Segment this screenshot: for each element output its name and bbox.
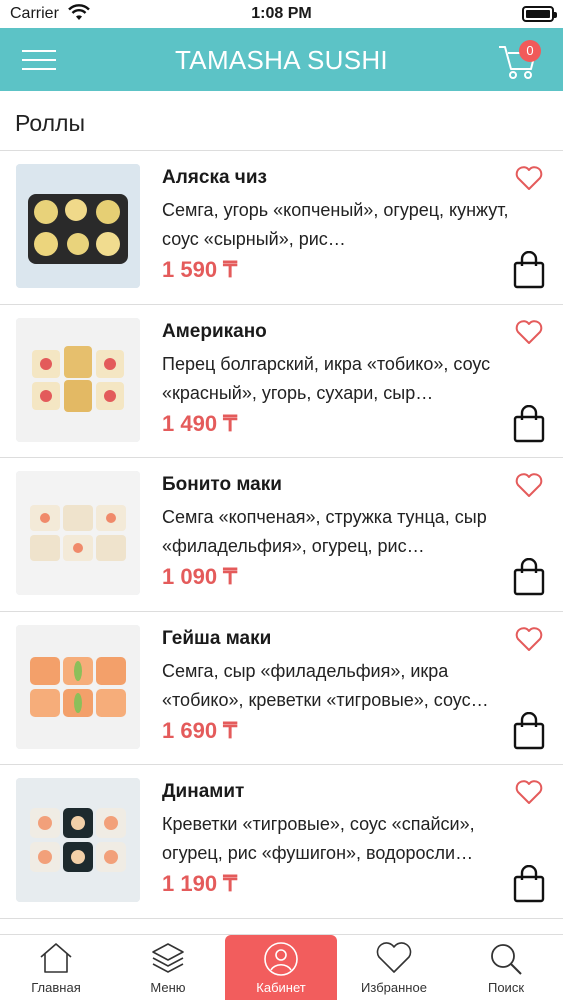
app-header: TAMASHA SUSHI 0 xyxy=(0,28,563,91)
product-description: Семга «копченая», стружка тунца, сыр «фи… xyxy=(162,507,487,556)
list-item[interactable]: Аляска чиз Семга, угорь «копченый», огур… xyxy=(0,151,563,305)
tab-label: Поиск xyxy=(487,980,525,995)
tab-menu[interactable]: Меню xyxy=(112,935,224,1000)
heart-icon[interactable] xyxy=(515,165,543,191)
product-name: Гейша маки xyxy=(162,627,272,649)
tab-search[interactable]: Поиск xyxy=(450,935,562,1000)
product-image xyxy=(16,624,140,749)
app-title: TAMASHA SUSHI xyxy=(175,45,388,75)
product-image xyxy=(16,778,140,902)
list-item[interactable]: Динамит Креветки «тигровые», соус «спайс… xyxy=(0,765,563,919)
product-price: 1 190 ₸ xyxy=(162,871,238,896)
list-item[interactable]: Американо Перец болгарский, икра «тобико… xyxy=(0,305,563,458)
heart-icon[interactable] xyxy=(515,472,543,498)
tab-label: Избранное xyxy=(361,980,427,995)
product-price: 1 090 ₸ xyxy=(162,564,238,589)
section-title: Роллы xyxy=(15,110,85,136)
shopping-bag-icon[interactable] xyxy=(513,711,545,750)
search-icon xyxy=(491,944,522,975)
product-price: 1 490 ₸ xyxy=(162,410,238,436)
product-description: Креветки «тигровые», соус «спайси», огур… xyxy=(162,814,475,863)
layers-icon xyxy=(152,943,184,973)
heart-icon[interactable] xyxy=(515,319,543,345)
heart-icon[interactable] xyxy=(515,626,543,652)
product-name: Бонито маки xyxy=(162,474,282,495)
product-list: Аляска чиз Семга, угорь «копченый», огур… xyxy=(0,151,563,919)
status-bar: Carrier 1:08 PM xyxy=(0,0,563,28)
user-icon xyxy=(264,942,298,976)
product-name: Американо xyxy=(162,320,267,342)
product-price: 1 690 ₸ xyxy=(162,717,238,743)
tab-label: Главная xyxy=(31,980,81,995)
heart-icon xyxy=(376,942,412,973)
list-item[interactable]: Бонито маки Семга «копченая», стружка ту… xyxy=(0,458,563,612)
status-time: 1:08 PM xyxy=(251,5,312,22)
shopping-bag-icon[interactable] xyxy=(513,251,545,289)
tab-label: Меню xyxy=(150,980,186,995)
tab-label: Кабинет xyxy=(256,980,306,995)
shopping-bag-icon[interactable] xyxy=(513,558,545,596)
product-description: Перец болгарский, икра «тобико», соус «к… xyxy=(162,353,491,403)
tab-favorites[interactable]: Избранное xyxy=(338,935,450,1000)
product-price: 1 590 ₸ xyxy=(162,257,238,282)
product-name: Динамит xyxy=(162,781,245,802)
product-image xyxy=(16,471,140,595)
list-item[interactable]: Гейша маки Семга, сыр «филадельфия», икр… xyxy=(0,612,563,765)
product-image xyxy=(16,317,140,442)
cart-count-badge: 0 xyxy=(519,40,541,62)
shopping-bag-icon[interactable] xyxy=(513,865,545,903)
product-name: Аляска чиз xyxy=(162,167,267,188)
heart-icon[interactable] xyxy=(515,779,543,805)
tab-home[interactable]: Главная xyxy=(0,935,112,1000)
tab-cabinet[interactable]: Кабинет xyxy=(225,935,337,1000)
battery-icon xyxy=(522,6,557,22)
product-description: Семга, угорь «копченый», огурец, кунжут,… xyxy=(162,200,509,249)
product-image xyxy=(16,164,140,288)
bottom-tab-bar: Главная Меню Кабинет Избранное Поиск xyxy=(0,934,563,1000)
product-description: Семга, сыр «филадельфия», икра «тобико»,… xyxy=(162,660,489,710)
shopping-bag-icon[interactable] xyxy=(513,404,545,443)
home-icon xyxy=(40,943,72,973)
